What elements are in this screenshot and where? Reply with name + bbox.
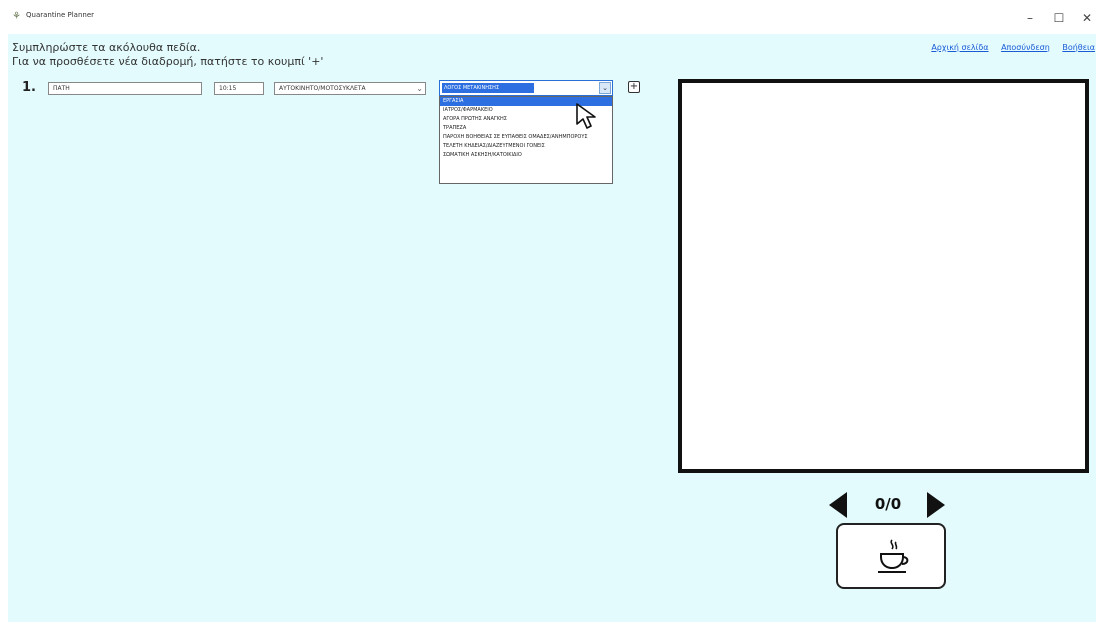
time-field[interactable]: 10:15 bbox=[214, 82, 264, 95]
app-window: ⚘ Quarantine Planner – ☐ ✕ Συμπληρώστε τ… bbox=[0, 0, 1105, 623]
transport-select[interactable]: ΑΥΤΟΚΙΝΗΤΟ/ΜΟΤΟΣΥΚΛΕΤΑ ⌄ bbox=[274, 82, 426, 95]
next-button[interactable] bbox=[927, 492, 945, 518]
chevron-down-icon[interactable]: ⌄ bbox=[599, 82, 611, 94]
dropdown-option[interactable]: ΣΩΜΑΤΙΚΗ ΑΣΚΗΣΗ/ΚΑΤΟΙΚΙΔΙΟ bbox=[440, 151, 612, 160]
mouse-pointer-icon bbox=[576, 103, 596, 129]
chevron-down-icon: ⌄ bbox=[416, 84, 423, 93]
minimize-button[interactable]: – bbox=[1018, 9, 1042, 27]
maximize-button[interactable]: ☐ bbox=[1047, 9, 1071, 27]
coffee-cup-icon bbox=[878, 539, 909, 573]
top-links: Αρχική σελίδα Αποσύνδεση Βοήθεια bbox=[921, 43, 1095, 52]
title-bar: ⚘ Quarantine Planner – ☐ ✕ bbox=[0, 0, 1105, 34]
close-button[interactable]: ✕ bbox=[1075, 9, 1099, 27]
dropdown-option[interactable]: ΠΑΡΟΧΗ ΒΟΗΘΕΙΑΣ ΣΕ ΕΥΠΑΘΕΙΣ ΟΜΑΔΕΣ/ΑΝΗΜΠ… bbox=[440, 133, 612, 142]
instruction-line-1: Συμπληρώστε τα ακόλουθα πεδία. bbox=[12, 41, 201, 54]
dropdown-option[interactable]: ΤΕΛΕΤΗ ΚΗΔΕΙΑΣ/ΔΙΑΖΕΥΓΜΕΝΟΙ ΓΟΝΕΙΣ bbox=[440, 142, 612, 151]
image-viewer bbox=[678, 79, 1089, 473]
previous-button[interactable] bbox=[829, 492, 847, 518]
add-route-button[interactable]: + bbox=[628, 81, 640, 93]
page-counter: 0/0 bbox=[874, 495, 902, 513]
transport-select-value: ΑΥΤΟΚΙΝΗΤΟ/ΜΟΤΟΣΥΚΛΕΤΑ bbox=[279, 85, 366, 92]
home-link[interactable]: Αρχική σελίδα bbox=[931, 43, 988, 52]
pager: 0/0 bbox=[829, 488, 949, 518]
instruction-line-2: Για να προσθέσετε νέα διαδρομή, πατήστε … bbox=[12, 55, 324, 68]
reason-select[interactable]: ΛΟΓΟΣ ΜΕΤΑΚΙΝΗΣΗΣ ⌄ bbox=[439, 80, 613, 96]
route-number: 1. bbox=[22, 80, 36, 95]
coffee-break-button[interactable] bbox=[836, 523, 946, 589]
logout-link[interactable]: Αποσύνδεση bbox=[1001, 43, 1050, 52]
window-title: Quarantine Planner bbox=[26, 11, 95, 19]
app-logo-icon: ⚘ bbox=[12, 11, 21, 22]
help-link[interactable]: Βοήθεια bbox=[1062, 43, 1095, 52]
destination-field[interactable]: ΠΑΤΗ bbox=[48, 82, 202, 95]
reason-select-value: ΛΟΓΟΣ ΜΕΤΑΚΙΝΗΣΗΣ bbox=[442, 83, 534, 93]
